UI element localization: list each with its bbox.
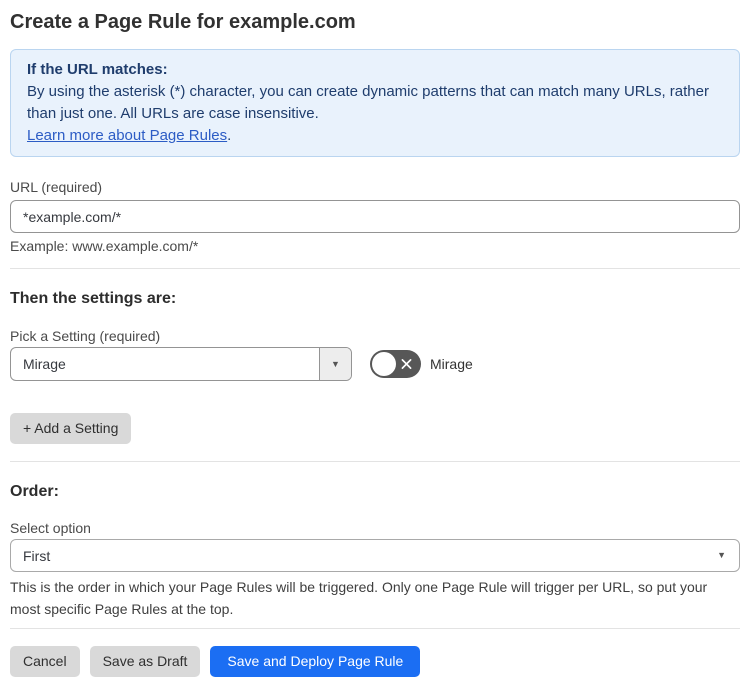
form-actions: Cancel Save as Draft Save and Deploy Pag…	[10, 646, 740, 677]
divider	[10, 268, 740, 269]
url-label: URL (required)	[10, 179, 103, 195]
page-rule-form: Create a Page Rule for example.com If th…	[0, 8, 750, 687]
learn-more-link[interactable]: Learn more about Page Rules	[27, 127, 227, 144]
order-heading: Order:	[10, 483, 59, 500]
save-draft-button[interactable]: Save as Draft	[89, 646, 201, 677]
link-suffix-text: .	[227, 127, 232, 144]
add-setting-button[interactable]: + Add a Setting	[10, 413, 132, 444]
url-example-helper: Example: www.example.com/*	[10, 238, 199, 254]
setting-dropdown-value: Mirage	[23, 356, 66, 372]
order-select-value: First	[23, 547, 51, 564]
divider	[10, 628, 740, 629]
info-box-body: By using the asterisk (*) character, you…	[27, 83, 709, 122]
mirage-toggle[interactable]	[370, 350, 421, 378]
cancel-button[interactable]: Cancel	[10, 646, 80, 677]
setting-row: Mirage ▼ Mirage	[10, 347, 740, 381]
x-icon	[400, 358, 413, 371]
url-input[interactable]	[10, 200, 740, 233]
order-select[interactable]: First ▼	[10, 539, 740, 572]
setting-dropdown[interactable]: Mirage ▼	[10, 347, 352, 381]
toggle-setting-label: Mirage	[430, 356, 473, 372]
save-deploy-button[interactable]: Save and Deploy Page Rule	[210, 646, 421, 677]
settings-heading: Then the settings are:	[10, 290, 177, 307]
chevron-down-icon: ▼	[717, 550, 726, 560]
info-link-line: Learn more about Page Rules.	[27, 125, 723, 147]
chevron-down-icon: ▼	[331, 358, 340, 369]
page-title: Create a Page Rule for example.com	[10, 11, 356, 33]
url-match-info-box: If the URL matches: By using the asteris…	[10, 49, 740, 157]
select-option-label: Select option	[10, 520, 91, 536]
order-helper-text: This is the order in which your Page Rul…	[10, 579, 708, 617]
toggle-knob	[372, 352, 396, 376]
pick-setting-label: Pick a Setting (required)	[10, 328, 161, 344]
setting-dropdown-arrow-button[interactable]: ▼	[319, 348, 351, 380]
info-box-heading: If the URL matches:	[27, 61, 168, 78]
divider	[10, 461, 740, 462]
